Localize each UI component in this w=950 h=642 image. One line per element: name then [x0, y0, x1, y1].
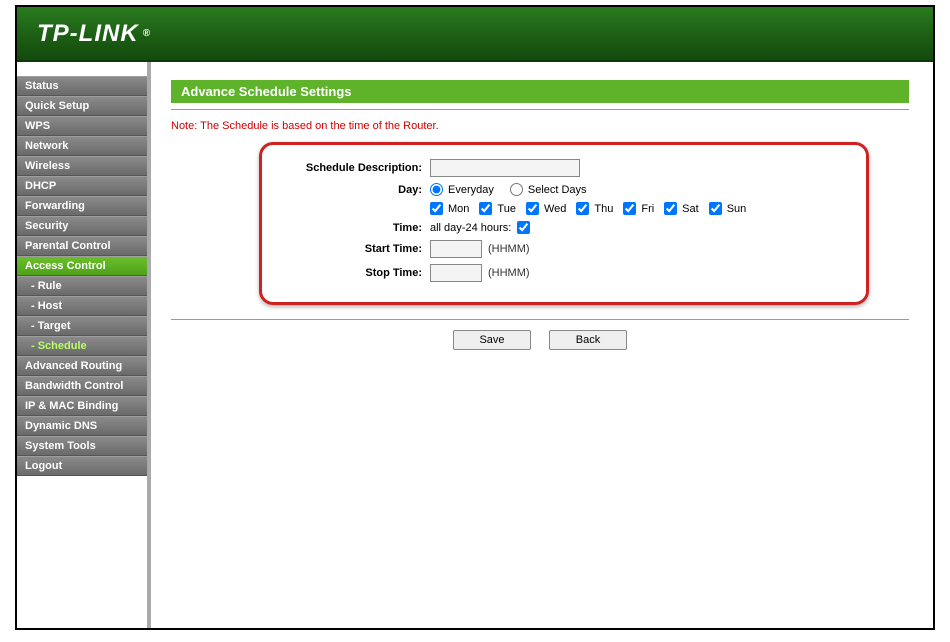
day-checkbox-fri[interactable]: Fri [623, 202, 654, 215]
sidebar-item-quick-setup[interactable]: Quick Setup [17, 96, 147, 116]
body-area: StatusQuick SetupWPSNetworkWirelessDHCPF… [17, 62, 933, 628]
day-checkbox-wed[interactable]: Wed [526, 202, 566, 215]
sidebar-item-advanced-routing[interactable]: Advanced Routing [17, 356, 147, 376]
sidebar-item-wps[interactable]: WPS [17, 116, 147, 136]
sidebar-item-network[interactable]: Network [17, 136, 147, 156]
day-label-sat: Sat [682, 203, 699, 215]
sidebar-item-status[interactable]: Status [17, 76, 147, 96]
schedule-description-input[interactable] [430, 159, 580, 177]
day-checkbox-input-mon[interactable] [430, 202, 443, 215]
sidebar-item-rule[interactable]: - Rule [17, 276, 147, 296]
header-bar: TP-LINK ® [17, 7, 933, 62]
app-frame: TP-LINK ® StatusQuick SetupWPSNetworkWire… [15, 5, 935, 630]
day-checkbox-thu[interactable]: Thu [576, 202, 613, 215]
sidebar-item-forwarding[interactable]: Forwarding [17, 196, 147, 216]
day-checkbox-sun[interactable]: Sun [709, 202, 747, 215]
row-days-checkboxes: Mon Tue Wed Thu Fri Sat Sun [270, 202, 848, 215]
start-time-input[interactable] [430, 240, 482, 258]
day-label-mon: Mon [448, 203, 469, 215]
day-checkbox-input-wed[interactable] [526, 202, 539, 215]
label-schedule-description: Schedule Description: [270, 162, 430, 174]
sidebar-item-schedule[interactable]: - Schedule [17, 336, 147, 356]
label-stop-time: Stop Time: [270, 267, 430, 279]
page-title: Advance Schedule Settings [171, 80, 909, 103]
sidebar-item-access-control[interactable]: Access Control [17, 256, 147, 276]
day-checkbox-input-thu[interactable] [576, 202, 589, 215]
sidebar-item-host[interactable]: - Host [17, 296, 147, 316]
sidebar-item-parental-control[interactable]: Parental Control [17, 236, 147, 256]
label-start-time: Start Time: [270, 243, 430, 255]
radio-selectdays-wrap[interactable]: Select Days [510, 183, 587, 196]
save-button[interactable]: Save [453, 330, 531, 350]
main-panel: Advance Schedule Settings Note: The Sche… [151, 62, 933, 628]
back-button[interactable]: Back [549, 330, 627, 350]
divider [171, 109, 909, 110]
sidebar-item-system-tools[interactable]: System Tools [17, 436, 147, 456]
sidebar-item-ip-mac-binding[interactable]: IP & MAC Binding [17, 396, 147, 416]
day-label-tue: Tue [497, 203, 516, 215]
day-checkbox-input-tue[interactable] [479, 202, 492, 215]
day-label-wed: Wed [544, 203, 566, 215]
day-checkbox-input-fri[interactable] [623, 202, 636, 215]
day-checkbox-sat[interactable]: Sat [664, 202, 699, 215]
row-day: Day: Everyday Select Days [270, 183, 848, 196]
allday-checkbox[interactable] [517, 221, 530, 234]
day-label-thu: Thu [594, 203, 613, 215]
divider-bottom [171, 319, 909, 320]
sidebar-item-security[interactable]: Security [17, 216, 147, 236]
note-text: Note: The Schedule is based on the time … [171, 120, 909, 132]
day-checkbox-input-sun[interactable] [709, 202, 722, 215]
radio-everyday[interactable] [430, 183, 443, 196]
row-stop-time: Stop Time: (HHMM) [270, 264, 848, 282]
stop-time-hint: (HHMM) [488, 267, 530, 279]
sidebar-item-logout[interactable]: Logout [17, 456, 147, 476]
stop-time-input[interactable] [430, 264, 482, 282]
brand-logo: TP-LINK ® [37, 20, 151, 48]
day-checkbox-input-sat[interactable] [664, 202, 677, 215]
sidebar-item-target[interactable]: - Target [17, 316, 147, 336]
start-time-hint: (HHMM) [488, 243, 530, 255]
brand-text: TP-LINK [37, 20, 139, 48]
radio-everyday-label: Everyday [448, 184, 494, 196]
label-day: Day: [270, 184, 430, 196]
radio-selectdays-label: Select Days [528, 184, 587, 196]
sidebar-item-dhcp[interactable]: DHCP [17, 176, 147, 196]
sidebar-item-bandwidth-control[interactable]: Bandwidth Control [17, 376, 147, 396]
sidebar-item-wireless[interactable]: Wireless [17, 156, 147, 176]
row-schedule-description: Schedule Description: [270, 159, 848, 177]
form-callout: Schedule Description: Day: Everyday [259, 142, 869, 305]
registered-mark: ® [143, 28, 151, 39]
day-label-sun: Sun [727, 203, 747, 215]
radio-everyday-wrap[interactable]: Everyday [430, 183, 494, 196]
radio-select-days[interactable] [510, 183, 523, 196]
label-time: Time: [270, 222, 430, 234]
row-time: Time: all day-24 hours: [270, 221, 848, 234]
sidebar: StatusQuick SetupWPSNetworkWirelessDHCPF… [17, 62, 151, 628]
button-row: Save Back [171, 330, 909, 350]
sidebar-item-dynamic-dns[interactable]: Dynamic DNS [17, 416, 147, 436]
day-checkbox-mon[interactable]: Mon [430, 202, 469, 215]
day-checkbox-tue[interactable]: Tue [479, 202, 516, 215]
time-allday-label: all day-24 hours: [430, 222, 511, 234]
day-label-fri: Fri [641, 203, 654, 215]
row-start-time: Start Time: (HHMM) [270, 240, 848, 258]
